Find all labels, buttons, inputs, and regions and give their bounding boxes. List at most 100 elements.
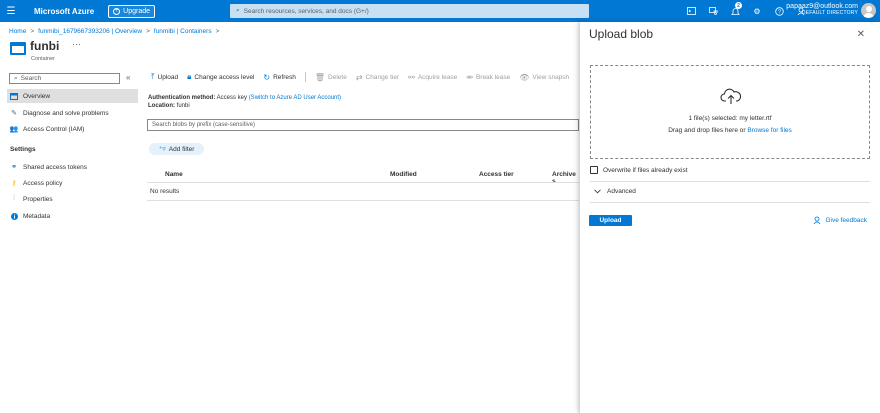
upload-command[interactable]: ⤒ Upload <box>151 72 178 82</box>
view-snapshots-command[interactable]: 👁︎ View snapsh <box>519 73 569 82</box>
collapse-sidebar-icon[interactable]: « <box>126 73 130 82</box>
eye-icon: 👁︎ <box>519 72 530 82</box>
give-feedback-label: Give feedback <box>825 217 867 224</box>
directory-filter-icon[interactable] <box>702 0 724 22</box>
overwrite-option[interactable]: Overwrite if files already exist <box>590 166 688 174</box>
change-tier-label: Change tier <box>365 73 400 81</box>
delete-command[interactable]: 🗑︎ Delete <box>315 73 347 82</box>
or-label: or <box>739 127 746 134</box>
sidebar-item-label: Diagnose and solve problems <box>23 109 109 117</box>
trash-icon: 🗑︎ <box>314 72 326 82</box>
upload-button[interactable]: Upload <box>589 215 632 226</box>
key-icon: ⚷ <box>11 180 17 187</box>
sidebar-item-diagnose[interactable]: ✎ Diagnose and solve problems <box>7 106 138 120</box>
drag-drop-text: Drag and drop files here or Browse for f… <box>591 127 869 134</box>
sidebar-item-label: Access Control (IAM) <box>23 125 85 133</box>
upgrade-button[interactable]: + Upgrade <box>108 4 156 18</box>
location-label: Location: <box>148 103 175 110</box>
no-results-text: No results <box>150 188 180 195</box>
breadcrumb-separator: > <box>30 28 35 35</box>
container-icon <box>10 42 26 55</box>
avatar-head <box>865 6 872 12</box>
refresh-command[interactable]: ↻ Refresh <box>263 73 295 82</box>
swap-icon: ⇄ <box>355 72 363 82</box>
sidebar-item-label: Overview <box>23 92 51 100</box>
add-filter-button[interactable]: ⁺▿ Add filter <box>149 143 204 155</box>
link-chain-icon: ⚯ <box>408 72 415 82</box>
sidebar-item-overview[interactable]: Overview <box>7 89 138 103</box>
toolbar-divider <box>304 72 306 82</box>
sidebar-item-label: Shared access tokens <box>23 163 87 171</box>
chevron-down-icon <box>594 189 601 194</box>
info-icon <box>10 212 18 220</box>
command-bar: ⤒ Upload 🔒︎ Change access level ↻ Refres… <box>151 72 569 82</box>
top-bar: ☰ Microsoft Azure + Upgrade ⌕ Search res… <box>0 0 880 22</box>
plus-circle-icon: + <box>113 7 121 15</box>
auth-method-value: Access key <box>216 95 248 101</box>
overwrite-label: Overwrite if files already exist <box>603 166 688 174</box>
sidebar-search-input[interactable]: ⌕ Search <box>9 73 120 84</box>
column-name[interactable]: Name <box>165 171 183 178</box>
upload-blob-panel: Upload blob ✕ 1 file(s) selected: my let… <box>580 22 880 413</box>
broken-link-icon: ⚮ <box>466 72 473 82</box>
overwrite-checkbox[interactable] <box>590 166 598 174</box>
search-icon: ⌕ <box>236 7 240 14</box>
switch-auth-link[interactable]: (Switch to Azure AD User Account) <box>249 95 341 101</box>
overview-icon <box>10 92 18 100</box>
cloud-shell-icon[interactable] <box>680 0 702 22</box>
panel-divider <box>590 202 870 203</box>
avatar[interactable] <box>861 3 876 18</box>
change-access-level-command[interactable]: 🔒︎ Change access level <box>187 72 254 82</box>
hamburger-menu-icon[interactable]: ☰ <box>0 0 22 22</box>
page-subtitle: Container <box>31 56 55 62</box>
wrench-icon: ✎ <box>11 110 17 117</box>
notifications-icon[interactable]: 2 <box>724 0 746 22</box>
auth-info: Authentication method: Access key (Switc… <box>148 94 341 110</box>
column-modified[interactable]: Modified <box>390 171 417 178</box>
blob-search-placeholder: Search blobs by prefix (case-sensitive) <box>152 122 256 128</box>
breadcrumb-account[interactable]: funmibi_1679667393206 | Overview <box>38 28 142 35</box>
column-access-tier[interactable]: Access tier <box>479 171 514 178</box>
refresh-label: Refresh <box>273 73 296 81</box>
brand-title[interactable]: Microsoft Azure <box>34 7 94 16</box>
blob-prefix-search-input[interactable]: Search blobs by prefix (case-sensitive) <box>147 119 579 131</box>
sidebar-item-properties[interactable]: ⫶ Properties <box>7 192 138 206</box>
sidebar-item-metadata[interactable]: Metadata <box>7 209 138 223</box>
table-header: Name Modified Access tier Archive s <box>147 169 579 185</box>
sidebar-item-label: Access policy <box>23 179 63 187</box>
close-icon[interactable]: ✕ <box>857 29 865 40</box>
people-icon: 👥 <box>9 126 19 133</box>
break-lease-command[interactable]: ⚮ Break lease <box>466 73 510 82</box>
advanced-section-toggle[interactable]: Advanced <box>594 188 636 195</box>
breadcrumb-containers[interactable]: funmibi | Containers <box>154 28 212 35</box>
settings-section-heading: Settings <box>10 146 36 153</box>
account-directory: DEFAULT DIRECTORY <box>801 9 858 16</box>
svg-text:?: ? <box>777 9 780 15</box>
search-icon: ⌕ <box>14 74 18 82</box>
change-access-label: Change access level <box>194 73 255 81</box>
lock-icon: 🔒︎ <box>187 72 192 81</box>
give-feedback-link[interactable]: Give feedback <box>813 216 867 225</box>
breadcrumb: Home > funmibi_1679667393206 | Overview … <box>9 28 219 35</box>
file-dropzone[interactable]: 1 file(s) selected: my letter.rtf Drag a… <box>590 65 870 159</box>
change-tier-command[interactable]: ⇄ Change tier <box>356 73 399 82</box>
table-divider <box>147 182 579 183</box>
panel-divider <box>590 181 870 182</box>
auth-method-label: Authentication method: <box>148 95 216 101</box>
filter-add-icon: ⁺▿ <box>158 146 166 153</box>
acquire-lease-command[interactable]: ⚯ Acquire lease <box>408 73 457 82</box>
sidebar-item-access-policy[interactable]: ⚷ Access policy <box>7 176 138 190</box>
upgrade-label: Upgrade <box>123 7 151 15</box>
sidebar-item-shared-access-tokens[interactable]: ⚭ Shared access tokens <box>7 160 138 174</box>
settings-gear-icon[interactable]: ⚙ <box>746 0 768 22</box>
account-menu[interactable]: papaaz9@outlook.com DEFAULT DIRECTORY <box>786 3 858 16</box>
add-filter-label: Add filter <box>168 145 195 153</box>
breadcrumb-home[interactable]: Home <box>9 28 26 35</box>
sidebar-item-iam[interactable]: 👥 Access Control (IAM) <box>7 122 138 136</box>
browse-files-link[interactable]: Browse for files <box>747 127 791 134</box>
refresh-icon: ↻ <box>263 72 271 82</box>
advanced-label: Advanced <box>607 188 636 195</box>
global-search-input[interactable]: ⌕ Search resources, services, and docs (… <box>230 4 589 18</box>
more-options-icon[interactable]: ··· <box>72 39 81 49</box>
link-icon: ⚭ <box>11 164 17 171</box>
